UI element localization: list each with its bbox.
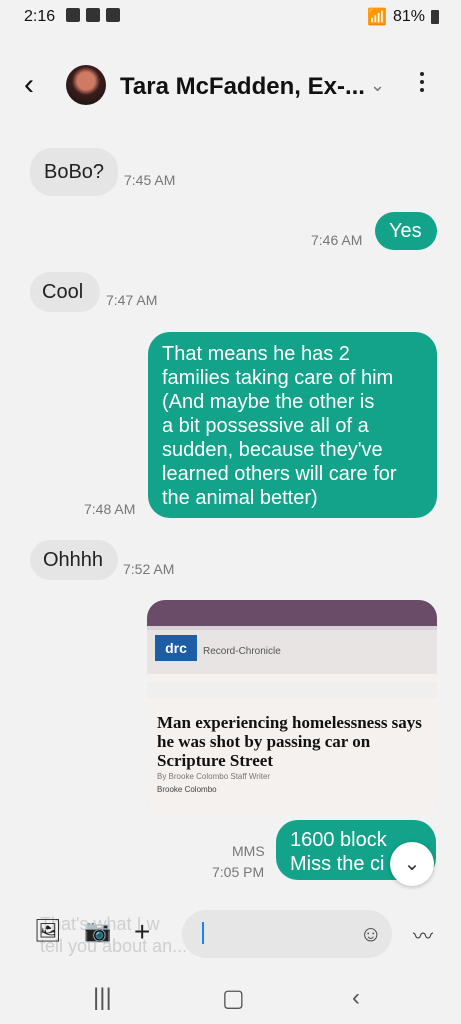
paper-name: Record-Chronicle	[203, 646, 281, 657]
message-input[interactable]: ☺	[182, 910, 392, 958]
chevron-down-icon[interactable]: ⌄	[370, 75, 385, 96]
scroll-down-button[interactable]: ⌄	[390, 842, 434, 886]
message-line: (And maybe the other is	[162, 391, 375, 413]
message-line: learned others will care for	[162, 463, 397, 485]
message-time: 7:05 PM	[212, 864, 265, 880]
back-icon[interactable]: ‹	[24, 70, 34, 100]
voice-icon[interactable]: 〰	[413, 920, 433, 949]
message-text: Cool	[42, 281, 84, 303]
paper-navbar	[147, 682, 437, 698]
message-bubble-outgoing[interactable]: Yes	[375, 212, 437, 250]
message-line: That means he has 2	[162, 343, 350, 365]
plus-icon[interactable]: +	[134, 916, 150, 948]
message-line: a bit possessive all of a	[162, 415, 369, 437]
camera-icon[interactable]: 📷	[84, 918, 111, 944]
system-nav-bar: ||| ▢ ‹	[0, 970, 461, 1024]
paper-header: drc Record-Chronicle	[147, 630, 437, 674]
home-icon[interactable]: ▢	[222, 984, 245, 1013]
gallery-icon[interactable]: 🖼	[34, 918, 62, 944]
message-text: Yes	[389, 220, 422, 242]
contact-name[interactable]: Tara McFadden, Ex-...	[120, 73, 365, 101]
wifi-icon: 📶	[367, 9, 387, 26]
message-time: 7:52 AM	[123, 561, 175, 577]
message-time: 7:46 AM	[311, 232, 363, 248]
battery-icon	[431, 10, 439, 24]
battery-percent: 81%	[392, 8, 425, 25]
message-text: Ohhhh	[43, 549, 104, 571]
message-line: sudden, because they've	[162, 439, 383, 461]
status-notification-icons	[66, 8, 120, 22]
chevron-down-icon: ⌄	[403, 853, 421, 875]
mms-image[interactable]: drc Record-Chronicle Man experiencing ho…	[147, 600, 437, 816]
avatar[interactable]	[66, 65, 106, 105]
message-bubble-incoming[interactable]: Ohhhh	[30, 540, 118, 580]
text-cursor	[202, 922, 204, 944]
status-time: 2:16	[24, 8, 56, 25]
message-time: 7:48 AM	[84, 501, 136, 517]
composer-bar: That's what I w tell you about an... 🖼 📷…	[0, 906, 461, 964]
message-text: BoBo?	[44, 161, 105, 183]
paper-logo: drc	[155, 635, 197, 661]
app-notification-icon	[106, 8, 120, 22]
message-time: 7:47 AM	[106, 292, 158, 308]
message-time: 7:45 AM	[124, 172, 176, 188]
message-bubble-incoming[interactable]: BoBo?	[30, 148, 118, 196]
message-bubble-outgoing[interactable]: That means he has 2 families taking care…	[148, 332, 437, 518]
recent-apps-icon[interactable]: |||	[93, 984, 112, 1012]
gmail-notification-icon	[86, 8, 100, 22]
back-nav-icon[interactable]: ‹	[352, 984, 360, 1012]
message-line: families taking care of him	[162, 367, 394, 389]
status-right: 📶 81%	[367, 7, 439, 27]
more-options-icon[interactable]	[420, 72, 424, 96]
message-bubble-incoming[interactable]: Cool	[30, 272, 100, 312]
status-bar: 2:16 📶 81%	[0, 0, 461, 34]
newspaper-screenshot: drc Record-Chronicle Man experiencing ho…	[147, 630, 437, 816]
photo-notification-icon	[66, 8, 80, 22]
mms-label: MMS	[232, 843, 265, 859]
message-line: the animal better)	[162, 487, 318, 509]
paper-headline: Man experiencing homelessness says he wa…	[157, 713, 422, 770]
conversation-header: ‹ Tara McFadden, Ex-... ⌄	[0, 60, 461, 114]
paper-author: Brooke Colombo	[157, 785, 217, 794]
emoji-icon[interactable]: ☺	[360, 921, 382, 947]
paper-byline: By Brooke Colombo Staff Writer	[157, 772, 271, 781]
